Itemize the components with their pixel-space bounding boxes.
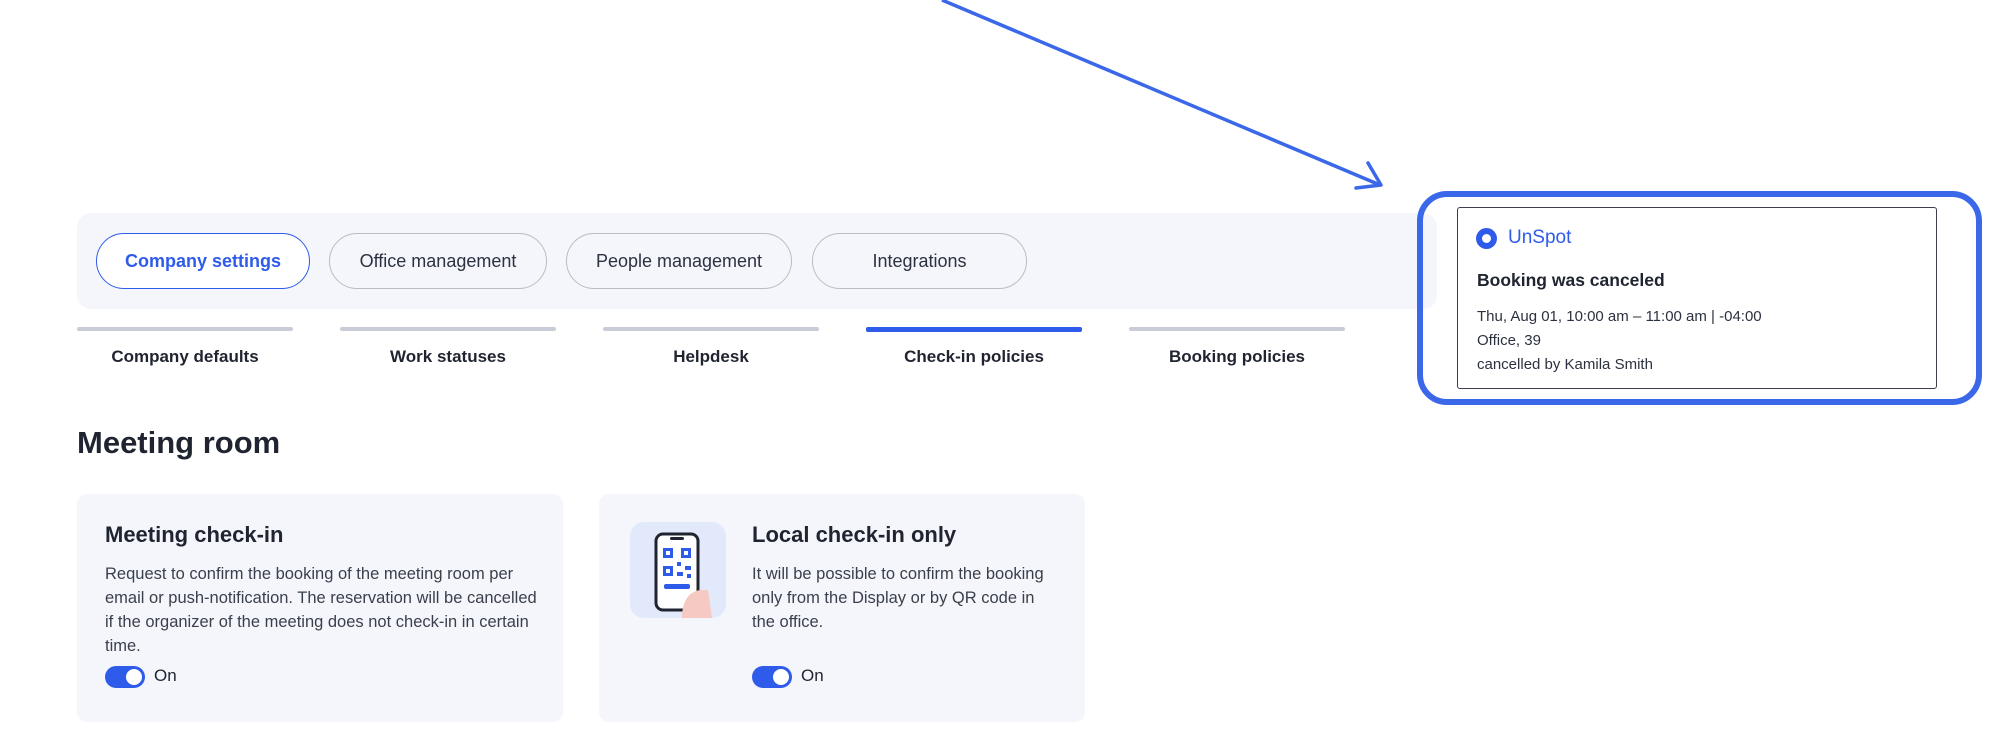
phone-qr-illustration-icon (630, 522, 726, 618)
local-check-in-toggle[interactable] (752, 666, 792, 688)
notification-title: Booking was canceled (1477, 270, 1665, 290)
card-title: Local check-in only (752, 522, 957, 547)
subtab-label: Booking policies (1168, 347, 1306, 366)
subtab-indicator (1129, 327, 1345, 331)
subtab-label: Check-in policies (904, 347, 1044, 366)
tab-company-settings[interactable]: Company settings (96, 233, 310, 289)
subtab-check-in-policies[interactable]: Check-in policies (866, 327, 1082, 377)
subtab-indicator (77, 327, 293, 331)
subtab-label: Work statuses (390, 347, 506, 366)
unspot-logo-icon (1476, 228, 1497, 249)
subtab-label: Company defaults (111, 347, 259, 366)
tab-integrations[interactable]: Integrations (812, 233, 1027, 289)
meeting-check-in-card: Meeting check-in Request to confirm the … (77, 494, 563, 722)
subtab-indicator (603, 327, 819, 331)
notification-datetime: Thu, Aug 01, 10:00 am – 11:00 am | -04:0… (1477, 308, 1762, 325)
subtab-indicator (340, 327, 556, 331)
card-description: It will be possible to confirm the booki… (752, 565, 1044, 631)
subtab-booking-policies[interactable]: Booking policies (1129, 327, 1345, 377)
subtab-label: Helpdesk (673, 347, 749, 366)
meeting-check-in-toggle[interactable] (105, 666, 145, 688)
subtab-company-defaults[interactable]: Company defaults (77, 327, 293, 377)
toggle-label: On (801, 666, 824, 685)
notification-brand: UnSpot (1508, 227, 1572, 248)
notification-location: Office, 39 (1477, 332, 1541, 349)
subtab-helpdesk[interactable]: Helpdesk (603, 327, 819, 377)
subtab-indicator (866, 327, 1082, 332)
notification-cancelled-by: cancelled by Kamila Smith (1477, 356, 1653, 373)
toggle-label: On (154, 666, 177, 685)
tab-people-management[interactable]: People management (566, 233, 792, 289)
section-title: Meeting room (77, 425, 281, 460)
card-description: Request to confirm the booking of the me… (105, 565, 537, 655)
subtab-work-statuses[interactable]: Work statuses (340, 327, 556, 377)
tab-office-management[interactable]: Office management (329, 233, 547, 289)
card-title: Meeting check-in (105, 522, 284, 547)
booking-canceled-notification[interactable]: UnSpot Booking was canceled Thu, Aug 01,… (1457, 207, 1937, 389)
